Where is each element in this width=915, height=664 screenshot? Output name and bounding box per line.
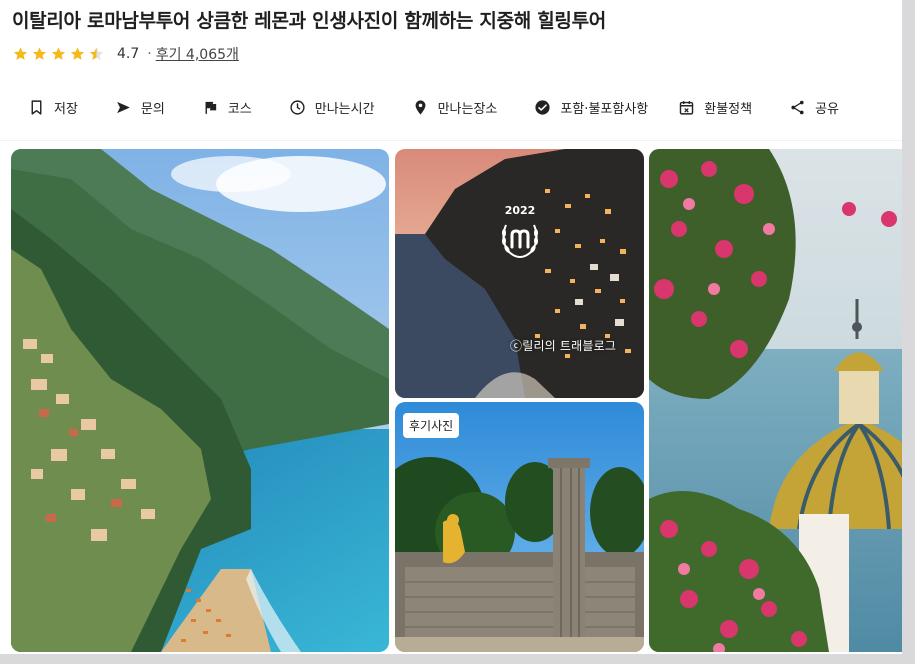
star-icon bbox=[51, 47, 66, 60]
clock-icon bbox=[290, 99, 305, 115]
course-label: 코스 bbox=[227, 101, 252, 117]
star-icon bbox=[70, 47, 85, 60]
check-circle-icon bbox=[535, 99, 550, 115]
inquiry-button[interactable]: 문의 bbox=[115, 98, 165, 117]
meeting-time-label: 만나는시간 bbox=[314, 101, 375, 117]
refund-policy-label: 환불정책 bbox=[704, 101, 753, 117]
rating-row: 4.7 · 후기 4,065개 bbox=[12, 44, 239, 64]
dome-photo[interactable] bbox=[649, 149, 915, 652]
location-pin-icon bbox=[415, 99, 426, 115]
calendar-icon bbox=[680, 100, 694, 115]
reviews-link[interactable]: 후기 4,065개 bbox=[156, 44, 239, 64]
ruins-scene bbox=[395, 402, 644, 652]
star-rating bbox=[12, 46, 107, 62]
laurel-m-icon bbox=[502, 224, 538, 258]
photo-watermark: ⓒ릴리의 트래블로그 bbox=[510, 339, 617, 353]
meeting-time-button[interactable]: 만나는시간 bbox=[289, 98, 375, 117]
coastline-photo bbox=[11, 149, 389, 652]
window-edge-bottom bbox=[0, 654, 915, 664]
save-label: 저장 bbox=[54, 101, 78, 117]
inclusions-label: 포함·불포함사항 bbox=[560, 101, 649, 117]
window-edge-right bbox=[902, 0, 915, 664]
inquiry-label: 문의 bbox=[140, 101, 165, 117]
action-bar: 저장 문의 코스 만나는시간 만나는장소 포함·불포함사항 환불정책 공유 bbox=[12, 90, 903, 124]
meeting-place-label: 만나는장소 bbox=[437, 101, 498, 117]
review-photo[interactable]: 후기사진 bbox=[395, 402, 644, 652]
share-icon bbox=[791, 100, 804, 114]
star-icon bbox=[32, 47, 47, 60]
send-icon bbox=[117, 101, 130, 113]
dome-flowers-scene bbox=[649, 149, 915, 652]
save-button[interactable]: 저장 bbox=[28, 98, 78, 117]
product-page: 이탈리아 로마남부투어 상큼한 레몬과 인생사진이 함께하는 지중해 힐링투어 … bbox=[0, 0, 915, 664]
half-star-icon bbox=[89, 47, 104, 60]
review-photo-tag: 후기사진 bbox=[403, 413, 460, 438]
page-title: 이탈리아 로마남부투어 상큼한 레몬과 인생사진이 함께하는 지중해 힐링투어 bbox=[12, 10, 606, 32]
rating-separator: · bbox=[147, 46, 152, 62]
night-village-scene bbox=[395, 149, 644, 398]
star-icon bbox=[13, 47, 28, 60]
refund-policy-button[interactable]: 환불정책 bbox=[678, 98, 752, 117]
award-badge: 2022 bbox=[493, 204, 547, 259]
award-year: 2022 bbox=[504, 204, 536, 217]
flag-icon bbox=[205, 101, 217, 114]
night-village-photo[interactable]: 2022 ⓒ릴리의 트래블로그 bbox=[395, 149, 644, 398]
header-divider bbox=[0, 140, 915, 141]
inclusions-button[interactable]: 포함·불포함사항 bbox=[534, 98, 648, 117]
meeting-place-button[interactable]: 만나는장소 bbox=[412, 98, 498, 117]
share-label: 공유 bbox=[815, 101, 840, 117]
main-photo[interactable] bbox=[11, 149, 389, 652]
rating-value: 4.7 bbox=[117, 46, 140, 62]
share-button[interactable]: 공유 bbox=[789, 98, 839, 117]
bookmark-icon bbox=[31, 99, 42, 115]
course-button[interactable]: 코스 bbox=[202, 98, 252, 117]
